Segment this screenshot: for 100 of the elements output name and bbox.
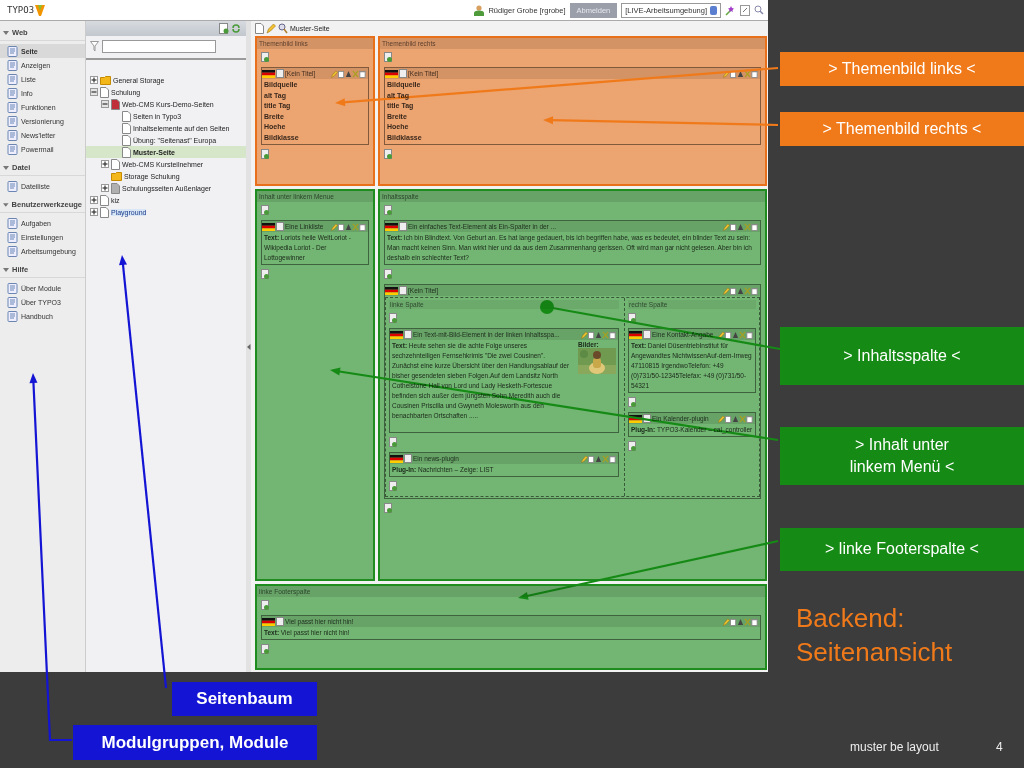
module-icon	[7, 59, 18, 71]
folder-icon	[100, 75, 111, 85]
trash-icon[interactable]	[746, 414, 753, 423]
new-content-icon[interactable]	[261, 52, 270, 63]
copy-icon[interactable]	[730, 617, 737, 626]
trash-icon[interactable]	[609, 454, 616, 463]
expand-icon[interactable]	[101, 184, 109, 192]
pencil-icon[interactable]	[723, 617, 730, 626]
copy-icon[interactable]	[725, 414, 732, 423]
page-icon	[122, 134, 131, 146]
trash-icon[interactable]	[751, 222, 758, 231]
copy-icon[interactable]	[338, 69, 345, 78]
new-content-icon[interactable]	[628, 397, 637, 408]
page-icon	[122, 146, 131, 158]
flag-icon	[385, 69, 398, 78]
collapse-icon[interactable]	[101, 100, 109, 108]
new-content-icon[interactable]	[261, 149, 270, 160]
pencil-icon[interactable]	[718, 414, 725, 423]
pencil-icon[interactable]	[331, 222, 338, 231]
page-icon	[122, 122, 131, 134]
page-icon	[399, 286, 407, 295]
new-content-icon[interactable]	[261, 269, 270, 280]
collapse-icon[interactable]	[90, 88, 98, 96]
pencil-icon[interactable]	[723, 222, 730, 231]
module-icon	[7, 115, 18, 127]
new-content-icon[interactable]	[389, 437, 398, 448]
pencil-icon[interactable]	[718, 330, 725, 339]
callout-label: > linke Footerspalte <	[780, 528, 1024, 571]
pencil-icon[interactable]	[581, 454, 588, 463]
page-icon	[122, 110, 131, 122]
new-content-icon[interactable]	[261, 644, 270, 655]
new-content-icon[interactable]	[384, 52, 393, 63]
folder-icon	[111, 171, 122, 181]
copy-icon[interactable]	[725, 330, 732, 339]
copy-icon[interactable]	[730, 222, 737, 231]
wand-icon[interactable]	[725, 4, 736, 16]
trash-icon[interactable]	[359, 69, 366, 78]
trash-icon[interactable]	[751, 617, 758, 626]
module-icon	[7, 143, 18, 155]
trash-icon[interactable]	[609, 330, 616, 339]
new-content-icon[interactable]	[628, 441, 637, 452]
refresh-icon[interactable]	[231, 23, 241, 34]
flag-icon	[385, 222, 398, 231]
new-content-icon[interactable]	[384, 205, 393, 216]
module-icon	[7, 73, 18, 85]
page-icon	[643, 330, 651, 339]
expand-icon[interactable]	[101, 160, 109, 168]
new-content-icon[interactable]	[384, 269, 393, 280]
search-icon[interactable]	[754, 4, 764, 16]
new-content-icon[interactable]	[628, 313, 637, 324]
copy-icon[interactable]	[588, 330, 595, 339]
expand-icon[interactable]	[90, 196, 98, 204]
copy-icon[interactable]	[338, 222, 345, 231]
expand-icon[interactable]	[90, 76, 98, 84]
page-icon	[100, 206, 109, 218]
page-icon	[404, 454, 412, 463]
new-content-icon[interactable]	[384, 149, 393, 160]
callout-label: > Themenbild links <	[780, 52, 1024, 86]
page-icon	[100, 194, 109, 206]
filter-icon[interactable]	[90, 41, 99, 52]
footer-text: muster be layout	[850, 740, 939, 754]
copy-icon[interactable]	[730, 286, 737, 295]
page-icon	[276, 222, 284, 231]
module-icon	[7, 282, 18, 294]
module-icon	[7, 180, 18, 192]
module-icon	[7, 129, 18, 141]
page-icon	[111, 98, 120, 110]
trash-icon[interactable]	[359, 222, 366, 231]
new-content-icon[interactable]	[261, 205, 270, 216]
copy-icon[interactable]	[730, 69, 737, 78]
module-icon	[7, 217, 18, 229]
filter-field[interactable]	[102, 40, 216, 53]
pencil-icon[interactable]	[723, 286, 730, 295]
search-icon[interactable]	[278, 23, 288, 34]
new-content-icon[interactable]	[261, 600, 270, 611]
copy-icon[interactable]	[588, 454, 595, 463]
flag-icon	[385, 286, 398, 295]
pencil-icon[interactable]	[331, 69, 338, 78]
pencil-icon[interactable]	[266, 23, 276, 34]
module-icon	[7, 45, 18, 57]
module-icon	[7, 296, 18, 308]
expand-icon[interactable]	[90, 208, 98, 216]
page-icon	[404, 330, 412, 339]
page-icon	[111, 158, 120, 170]
new-content-icon[interactable]	[384, 503, 393, 514]
new-content-icon[interactable]	[389, 313, 398, 324]
page-icon[interactable]	[255, 23, 264, 34]
module-icon	[7, 101, 18, 113]
flag-icon	[390, 454, 403, 463]
trash-icon[interactable]	[751, 286, 758, 295]
page-icon	[276, 69, 284, 78]
trash-icon[interactable]	[751, 69, 758, 78]
pencil-icon[interactable]	[581, 330, 588, 339]
new-page-icon[interactable]	[219, 23, 229, 34]
user-icon	[474, 4, 485, 16]
new-content-icon[interactable]	[389, 481, 398, 492]
callout-label: > Inhalt unter linkem Menü <	[780, 427, 1024, 485]
trash-icon[interactable]	[746, 330, 753, 339]
annotation-label: Seitenbaum	[172, 682, 317, 716]
flag-icon	[629, 414, 642, 423]
